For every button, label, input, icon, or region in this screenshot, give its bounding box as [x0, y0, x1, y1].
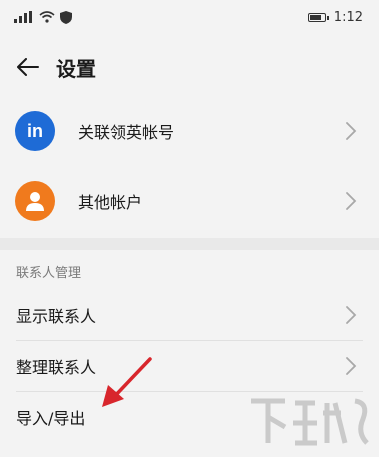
- status-icons-left: [14, 10, 72, 24]
- linkedin-icon: in: [15, 111, 55, 151]
- annotation-arrow-icon: [102, 357, 152, 407]
- back-button[interactable]: [0, 40, 56, 94]
- section-title-contacts: 联系人管理: [16, 266, 82, 281]
- clock: 1:12: [333, 9, 363, 25]
- wifi-icon: [39, 11, 55, 23]
- page-title: 设置: [56, 56, 96, 81]
- watermark-logo: [251, 398, 369, 446]
- other-account-label: 其他帐户: [78, 193, 143, 212]
- person-icon: [15, 181, 55, 221]
- other-account-row[interactable]: 其他帐户: [0, 166, 379, 236]
- header: 设置: [0, 40, 379, 94]
- accounts-card: in 关联领英帐号 其他帐户: [0, 96, 379, 236]
- back-arrow-icon: [17, 58, 39, 76]
- status-bar: 1:12: [0, 0, 379, 34]
- status-icons-right: 1:12: [307, 9, 363, 25]
- linkedin-account-row[interactable]: in 关联领英帐号: [0, 96, 379, 166]
- shield-icon: [60, 10, 72, 24]
- section-gap: [0, 238, 379, 250]
- display-contacts-label: 显示联系人: [16, 307, 97, 326]
- battery-icon: [307, 12, 329, 22]
- chevron-right-icon: [346, 306, 357, 324]
- signal-icon: [14, 11, 32, 23]
- linkedin-account-label: 关联领英帐号: [78, 123, 175, 142]
- chevron-right-icon: [346, 192, 357, 210]
- chevron-right-icon: [346, 122, 357, 140]
- display-contacts-row[interactable]: 显示联系人: [0, 290, 379, 340]
- chevron-right-icon: [346, 357, 357, 375]
- organize-contacts-row[interactable]: 整理联系人: [0, 341, 379, 391]
- organize-contacts-label: 整理联系人: [16, 358, 97, 377]
- import-export-label: 导入/导出: [16, 409, 86, 428]
